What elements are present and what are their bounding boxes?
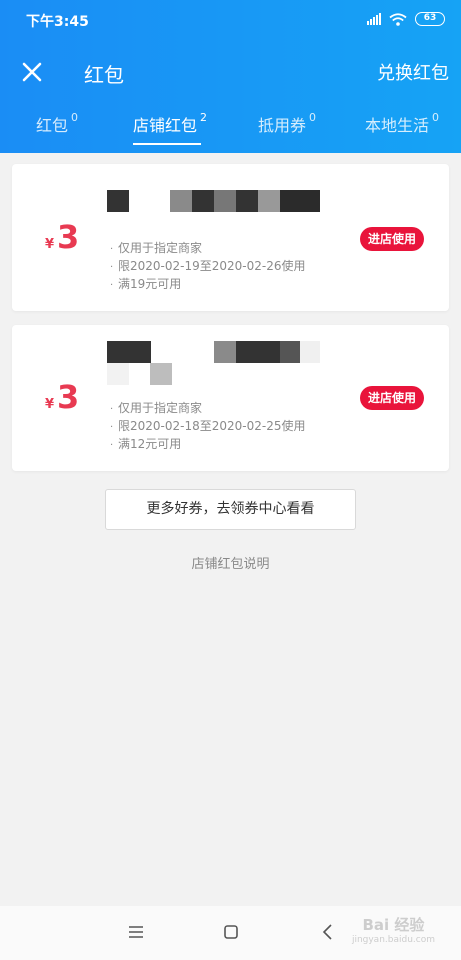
tab-label: 本地生活	[365, 116, 430, 135]
tab-count: 0	[71, 111, 79, 124]
tab-red-packet[interactable]: 红包 0	[36, 111, 79, 136]
close-icon[interactable]	[20, 60, 44, 84]
store-red-packet-explain-link[interactable]: 店铺红包说明	[0, 553, 461, 572]
term-item: 仅用于指定商家	[110, 400, 305, 418]
tab-count: 0	[309, 111, 317, 124]
status-icons: 63	[367, 12, 445, 26]
voucher-terms: 仅用于指定商家 限2020-02-19至2020-02-26使用 满19元可用	[110, 240, 305, 294]
voucher-card: ¥3 仅用于指定商家 限2020-02-19至2020-02-26使用 满19元…	[12, 164, 449, 311]
active-tab-indicator	[133, 143, 201, 145]
voucher-amount: ¥3	[45, 378, 79, 416]
signal-icon	[367, 13, 381, 25]
tab-coupon[interactable]: 抵用券 0	[258, 111, 317, 136]
amount-value: 3	[57, 218, 80, 256]
currency-symbol: ¥	[45, 397, 55, 412]
tab-local-life[interactable]: 本地生活 0	[365, 111, 440, 136]
tab-bar: 红包 0 店铺红包 2 抵用券 0 本地生活 0	[0, 111, 461, 153]
voucher-card: ¥3 仅用于指定商家 限2020-02-18至2020-02-25使用 满12元…	[12, 325, 449, 471]
term-item: 限2020-02-19至2020-02-26使用	[110, 258, 305, 276]
battery-icon: 63	[415, 12, 445, 26]
menu-icon[interactable]	[126, 922, 146, 942]
enter-store-button[interactable]: 进店使用	[360, 386, 424, 410]
app-header: 下午3:45 63 红包 兑换红包 红包 0 店铺红包 2 抵用券 0 本地生活 0	[0, 0, 461, 153]
watermark: Bai 经验 jingyan.baidu.com	[352, 914, 435, 945]
more-coupons-button[interactable]: 更多好券，去领券中心看看	[105, 489, 356, 530]
term-item: 满19元可用	[110, 276, 305, 294]
term-item: 满12元可用	[110, 436, 305, 454]
redeem-button[interactable]: 兑换红包	[377, 59, 449, 85]
voucher-terms: 仅用于指定商家 限2020-02-18至2020-02-25使用 满12元可用	[110, 400, 305, 454]
page-title: 红包	[84, 63, 124, 87]
voucher-amount: ¥3	[45, 218, 79, 256]
currency-symbol: ¥	[45, 237, 55, 252]
tab-count: 2	[200, 111, 208, 124]
back-icon[interactable]	[318, 922, 338, 942]
tab-label: 店铺红包	[133, 116, 198, 135]
wifi-icon	[389, 12, 407, 26]
term-item: 仅用于指定商家	[110, 240, 305, 258]
tab-label: 红包	[36, 116, 69, 135]
term-item: 限2020-02-18至2020-02-25使用	[110, 418, 305, 436]
tab-store-red-packet[interactable]: 店铺红包 2	[133, 111, 208, 136]
amount-value: 3	[57, 378, 80, 416]
tab-label: 抵用券	[258, 116, 307, 135]
home-icon[interactable]	[221, 922, 241, 942]
status-bar: 下午3:45 63	[0, 0, 461, 40]
watermark-main: Bai 经验	[362, 916, 425, 934]
watermark-sub: jingyan.baidu.com	[351, 935, 435, 945]
tab-count: 0	[432, 111, 440, 124]
status-time: 下午3:45	[26, 14, 89, 30]
enter-store-button[interactable]: 进店使用	[360, 227, 424, 251]
